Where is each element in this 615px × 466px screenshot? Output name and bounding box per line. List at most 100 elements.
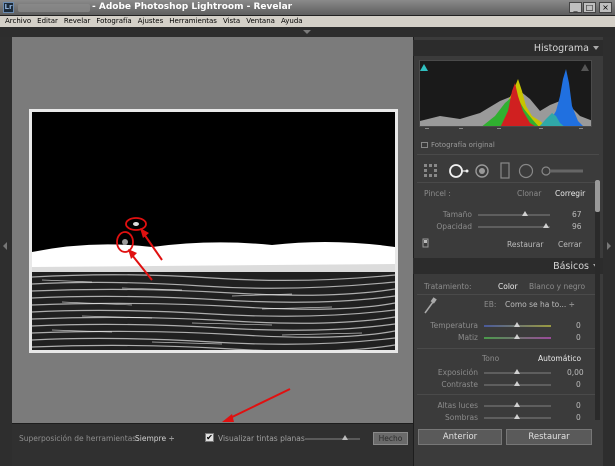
radial-filter-icon[interactable] [517,162,535,180]
previous-button[interactable]: Anterior [418,429,502,445]
panel-scrollbar-thumb[interactable] [595,180,600,212]
window-title: - Adobe Photoshop Lightroom - Revelar [92,2,293,12]
lightroom-app-icon: Lr [3,2,14,13]
checkbox-icon [421,142,428,148]
menu-ajustes[interactable]: Ajustes [135,16,167,27]
right-panel-toggle[interactable] [603,37,615,466]
photo-rendering [32,112,395,350]
tool-overlay-label: Superposición de herramientas: [19,434,139,443]
highlights-slider-thumb[interactable] [514,402,520,407]
slider-thumb[interactable] [342,435,348,440]
show-spots-label[interactable]: Visualizar tintas planas [218,434,305,443]
menu-herramientas[interactable]: Herramientas [166,16,220,27]
triangle-down-icon [303,30,311,34]
auto-tone-button[interactable]: Automático [538,354,581,363]
histogram-graph [420,64,591,126]
size-slider-thumb[interactable] [522,211,528,216]
collapse-triangle-icon [593,46,599,50]
left-panel-toggle[interactable] [0,37,12,466]
treatment-label: Tratamiento: [424,282,472,291]
divider [417,348,599,349]
triangle-right-icon [607,242,611,250]
divider [417,394,599,395]
opacity-slider[interactable] [478,226,550,228]
menu-revelar[interactable]: Revelar [61,16,93,27]
exposure-label: Exposición [437,368,478,377]
reset-all-button[interactable]: Restaurar [506,429,592,445]
blurred-catalog-name [18,4,90,12]
heal-option[interactable]: Corregir [555,189,585,198]
brush-label: Pincel : [424,189,451,198]
photo-spot-visualization[interactable] [29,109,398,353]
menu-editar[interactable]: Editar [34,16,61,27]
panel-scrollbar[interactable] [595,180,600,420]
done-button[interactable]: Hecho [373,432,408,445]
develop-tool-strip [417,160,597,182]
tone-label: Tono [482,354,500,363]
contrast-label: Contraste [441,380,478,389]
contrast-slider-thumb[interactable] [514,381,520,386]
toggle-switch-icon[interactable] [422,238,430,248]
spot-threshold-slider[interactable] [305,438,360,440]
original-photo-label: Fotografía original [431,141,495,149]
menu-ventana[interactable]: Ventana [243,16,278,27]
divider [417,154,599,155]
size-value: 67 [572,210,582,219]
triangle-left-icon [3,242,7,250]
white-balance-label: EB: [484,300,497,309]
menu-fotografia[interactable]: Fotografía [93,16,134,27]
top-panel-toggle[interactable] [0,27,615,37]
brush-close-button[interactable]: Cerrar [558,240,582,249]
spot-removal-icon[interactable] [447,162,469,180]
minimize-button[interactable]: _ [569,2,582,13]
close-button[interactable]: × [599,2,612,13]
tool-overlay-select[interactable]: Siempre ÷ [135,434,175,443]
divider [417,294,599,295]
image-canvas[interactable] [12,37,413,423]
opacity-value: 96 [572,222,582,231]
maximize-button[interactable]: □ [583,2,596,13]
title-bar: Lr - Adobe Photoshop Lightroom - Revelar… [0,0,615,16]
original-photo-toggle[interactable]: Fotografía original [421,141,495,149]
red-eye-icon[interactable] [473,162,491,180]
tint-label: Matiz [457,333,478,342]
temperature-slider-thumb[interactable] [514,322,520,327]
color-option[interactable]: Color [498,282,518,291]
opacity-label: Opacidad [436,222,472,231]
shadows-slider-thumb[interactable] [514,414,520,419]
brush-reset-button[interactable]: Restaurar [507,240,543,249]
menu-archivo[interactable]: Archivo [0,16,34,27]
black-white-option[interactable]: Blanco y negro [529,282,585,291]
eyedropper-icon[interactable] [423,297,437,315]
shadows-value: 0 [576,413,581,422]
menu-vista[interactable]: Vista [220,16,243,27]
crop-grid-icon[interactable] [423,163,439,179]
annotation-arrow [222,388,291,422]
adjustment-brush-icon[interactable] [541,164,585,178]
size-label: Tamaño [442,210,472,219]
temperature-value: 0 [576,321,581,330]
menu-bar: Archivo Editar Revelar Fotografía Ajustes Her… [0,16,615,27]
histogram[interactable] [419,60,592,127]
size-slider[interactable] [478,214,550,216]
basic-title: Básicos [553,261,589,272]
highlights-value: 0 [576,401,581,410]
histogram-title: Histograma [533,43,589,54]
shadows-label: Sombras [444,413,478,422]
exposure-slider-thumb[interactable] [514,369,520,374]
menu-ayuda[interactable]: Ayuda [278,16,306,27]
white-balance-select[interactable]: Como se ha to... ÷ [505,300,575,309]
temperature-label: Temperatura [430,321,478,330]
divider [417,182,599,183]
histogram-ticks [419,127,592,133]
show-spots-checkbox[interactable]: ✔ [205,433,214,442]
highlights-label: Altas luces [437,401,478,410]
clone-option[interactable]: Clonar [517,189,541,198]
basic-panel-header[interactable]: Básicos [413,258,603,274]
histogram-panel-header[interactable]: Histograma [413,40,603,56]
contrast-value: 0 [576,380,581,389]
tint-slider-thumb[interactable] [514,334,520,339]
opacity-slider-thumb[interactable] [543,223,549,228]
exposure-value: 0,00 [567,368,584,377]
graduated-filter-icon[interactable] [499,162,511,180]
